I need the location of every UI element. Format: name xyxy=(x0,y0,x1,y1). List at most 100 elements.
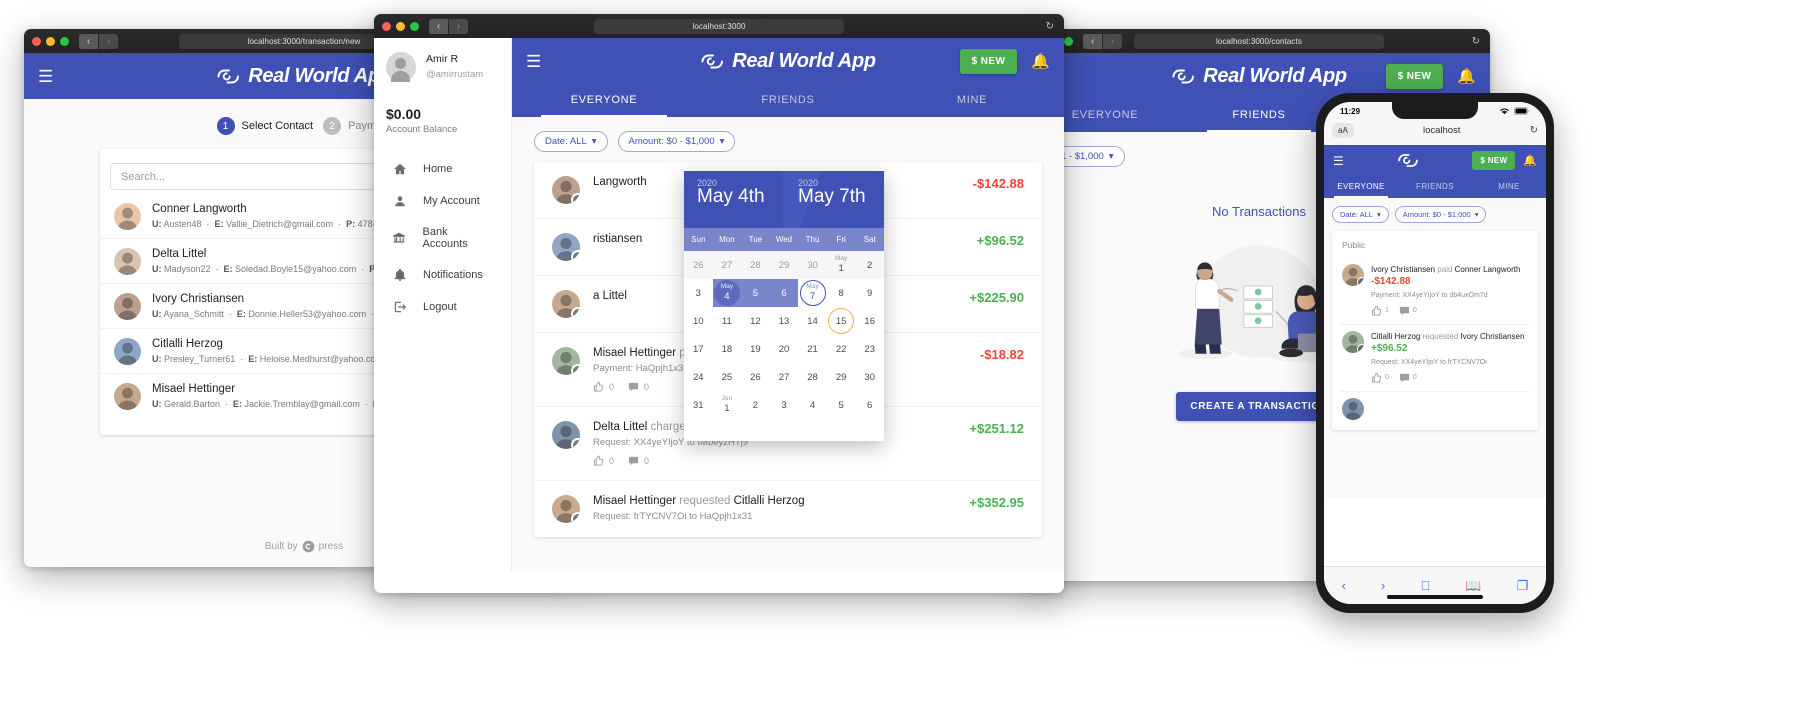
calendar-day[interactable]: 29 xyxy=(769,251,799,279)
phone-new-transaction-button[interactable]: $ NEW xyxy=(1472,151,1516,170)
step-select-contact[interactable]: 1 Select Contact xyxy=(216,117,313,135)
calendar-day[interactable]: 4 xyxy=(798,391,827,419)
forward-icon[interactable]: › xyxy=(1381,578,1385,593)
calendar-day[interactable]: 2 xyxy=(855,251,884,279)
sidebar-item-my-account[interactable]: My Account xyxy=(374,185,511,217)
url-bar-center[interactable]: localhost:3000 xyxy=(594,18,844,34)
amount-filter[interactable]: Amount: $0 - $1,000 ▾ xyxy=(617,131,736,152)
calendar-end-date[interactable]: 2020 May 7th xyxy=(783,171,884,228)
like-button[interactable]: 0 xyxy=(593,381,614,392)
txn-actions[interactable]: 10 xyxy=(1371,305,1528,316)
calendar-day[interactable]: 2 xyxy=(741,391,770,419)
maximize-window-button[interactable] xyxy=(60,36,69,46)
calendar-day[interactable]: 20 xyxy=(770,335,799,363)
like-button[interactable]: 1 xyxy=(1371,305,1389,316)
like-button[interactable]: 0 xyxy=(593,455,614,466)
reload-icon-center[interactable]: ↻ xyxy=(1046,21,1054,32)
window-controls-left[interactable] xyxy=(32,36,69,46)
calendar-day[interactable]: 27 xyxy=(770,363,799,391)
notification-bell-icon[interactable]: 🔔 xyxy=(1457,67,1476,85)
phone-filter[interactable]: Amount: $0 - $1,000 ▾ xyxy=(1394,206,1487,223)
maximize-window-button[interactable] xyxy=(410,21,419,31)
forward-icon[interactable]: › xyxy=(99,33,118,49)
calendar-day[interactable]: 8 xyxy=(827,279,856,307)
reload-icon[interactable]: ↻ xyxy=(1530,125,1538,136)
calendar-day[interactable]: 9 xyxy=(855,279,884,307)
calendar-day[interactable]: 18 xyxy=(713,335,742,363)
calendar-day[interactable]: 26 xyxy=(684,251,713,279)
calendar-day[interactable]: May 7 xyxy=(798,279,827,307)
calendar-day[interactable]: 6 xyxy=(769,279,799,307)
tab-mine[interactable]: MINE xyxy=(1472,176,1546,198)
minimize-window-button[interactable] xyxy=(46,36,55,46)
tab-friends[interactable]: FRIENDS xyxy=(696,84,880,117)
tab-bar-center[interactable]: EVERYONE FRIENDS MINE xyxy=(512,84,1064,117)
new-transaction-button[interactable]: $ NEW xyxy=(1385,63,1444,89)
tab-friends[interactable]: FRIENDS xyxy=(1182,99,1336,132)
calendar-day[interactable]: 16 xyxy=(855,307,884,335)
calendar-day[interactable]: 22 xyxy=(827,335,856,363)
back-icon[interactable]: ‹ xyxy=(1083,33,1102,49)
browser-nav-center[interactable]: ‹ › xyxy=(429,18,468,34)
forward-icon[interactable]: › xyxy=(1103,33,1122,49)
calendar-day[interactable]: 21 xyxy=(798,335,827,363)
calendar-day[interactable]: May 1 xyxy=(826,251,856,279)
close-window-button[interactable] xyxy=(382,21,391,31)
notification-bell-icon[interactable]: 🔔 xyxy=(1031,52,1050,70)
comment-button[interactable]: 0 xyxy=(1399,305,1417,316)
date-range-picker[interactable]: 2020 May 4th 2020 May 7th Sun Mon Tue Wed Th… xyxy=(684,171,884,441)
calendar-day[interactable]: 3 xyxy=(684,279,713,307)
table-row[interactable]: Misael Hettinger requested Citlalli Herz… xyxy=(534,480,1042,537)
calendar-day[interactable]: 28 xyxy=(741,251,770,279)
sidebar-item-logout[interactable]: Logout xyxy=(374,291,511,323)
calendar-day[interactable]: 25 xyxy=(713,363,742,391)
text-size-button[interactable]: aA xyxy=(1332,123,1354,138)
tab-mine[interactable]: MINE xyxy=(880,84,1064,117)
window-controls-center[interactable] xyxy=(382,21,419,31)
reload-icon-right[interactable]: ↻ xyxy=(1472,36,1480,47)
calendar-day[interactable]: 19 xyxy=(741,335,770,363)
filter-bar[interactable]: Date: ALL ▾ Amount: $0 - $1,000 ▾ xyxy=(512,117,1064,162)
calendar-day[interactable]: 23 xyxy=(855,335,884,363)
phone-tab-bar[interactable]: EVERYONE FRIENDS MINE xyxy=(1324,176,1546,198)
back-icon[interactable]: ‹ xyxy=(1342,578,1346,593)
txn-actions[interactable]: 00 xyxy=(1371,372,1528,383)
maximize-window-button[interactable] xyxy=(1064,36,1073,46)
calendar-day[interactable]: May 4 xyxy=(712,279,742,307)
calendar-day[interactable]: 10 xyxy=(684,307,713,335)
tab-friends[interactable]: FRIENDS xyxy=(1398,176,1472,198)
list-item[interactable] xyxy=(1340,391,1530,428)
tabs-icon[interactable]: ❐ xyxy=(1517,578,1529,594)
calendar-day[interactable]: 12 xyxy=(741,307,770,335)
calendar-grid[interactable]: 26 27 28 29 30 May 1 2 3 May 4 5 6 May 7 8 9 10 11 12 13 14 15… xyxy=(684,251,884,419)
calendar-day[interactable]: 6 xyxy=(855,391,884,419)
forward-icon[interactable]: › xyxy=(449,18,468,34)
calendar-day[interactable]: 30 xyxy=(798,251,827,279)
list-item[interactable]: Citlalli Herzog requested Ivory Christia… xyxy=(1340,324,1530,391)
close-window-button[interactable] xyxy=(32,36,41,46)
browser-nav-right[interactable]: ‹ › xyxy=(1083,33,1122,49)
calendar-day[interactable]: Jun 1 xyxy=(713,391,742,419)
calendar-day[interactable]: 24 xyxy=(684,363,713,391)
mobile-device[interactable]: 11:29 aA localhost ↻ ☰ $ NEW 🔔 EVERYONE … xyxy=(1316,93,1554,613)
calendar-day[interactable]: 31 xyxy=(684,391,713,419)
calendar-day[interactable]: 5 xyxy=(827,391,856,419)
phone-browser-bar[interactable]: aA localhost ↻ xyxy=(1324,120,1546,145)
calendar-day[interactable]: 15 xyxy=(827,307,856,335)
phone-filter-bar[interactable]: Date: ALL ▾ Amount: $0 - $1,000 ▾ xyxy=(1332,206,1538,223)
calendar-day[interactable]: 14 xyxy=(798,307,827,335)
menu-hamburger-icon[interactable]: ☰ xyxy=(1333,154,1344,168)
comment-button[interactable]: 0 xyxy=(628,381,649,392)
tab-everyone[interactable]: EVERYONE xyxy=(512,84,696,117)
comment-button[interactable]: 0 xyxy=(1399,372,1417,383)
calendar-day[interactable]: 13 xyxy=(770,307,799,335)
calendar-day[interactable]: 27 xyxy=(712,251,742,279)
calendar-day[interactable]: 5 xyxy=(741,279,770,307)
phone-filter[interactable]: Date: ALL ▾ xyxy=(1332,206,1389,223)
calendar-day[interactable]: 26 xyxy=(741,363,770,391)
menu-hamburger-icon[interactable]: ☰ xyxy=(38,68,53,85)
txn-actions[interactable]: 00 xyxy=(593,455,946,466)
back-icon[interactable]: ‹ xyxy=(79,33,98,49)
calendar-day[interactable]: 11 xyxy=(713,307,742,335)
tab-everyone[interactable]: EVERYONE xyxy=(1324,176,1398,198)
